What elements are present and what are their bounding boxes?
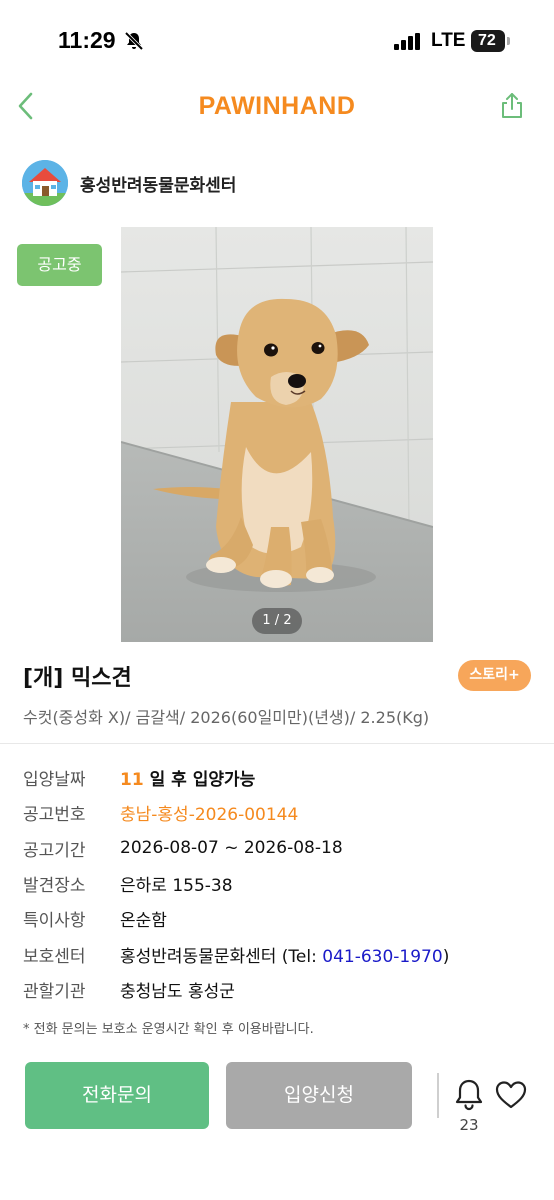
status-badge: 공고중 [17,244,102,286]
alarm-button[interactable] [452,1077,486,1113]
detail-label: 입양날짜 [23,770,86,791]
share-icon [499,92,525,124]
center-close-paren: ) [442,946,450,967]
adopt-button[interactable]: 입양신청 [226,1062,412,1129]
detail-row-authority: 관할기관 충청남도 홍성군 [23,972,543,1007]
adopt-date-value: 11 일 후 입양가능 [120,765,255,790]
shelter-info[interactable]: 홍성반려동물문화센터 [22,160,236,206]
battery-cap [507,37,510,45]
notice-period: 2026-08-07 ~ 2026-08-18 [120,838,343,859]
app-logo: PAWINHAND [198,92,356,120]
found-place: 은하로 155-38 [120,876,233,897]
authority: 충청남도 홍성군 [120,981,235,1002]
photo-pager: 1 / 2 [252,608,302,634]
divider [0,743,554,744]
detail-label: 보호센터 [23,946,86,967]
share-button[interactable] [492,88,532,128]
bell-icon [452,1079,486,1117]
shelter-house-icon [22,160,68,206]
favorite-button[interactable] [494,1079,528,1111]
center-phone-link[interactable]: 041-630-1970 [322,947,442,967]
detail-row-found-place: 발견장소 은하로 155-38 [23,866,543,901]
notice-number: 충남-홍성-2026-00144 [120,805,299,826]
network-type: LTE [431,30,466,51]
alarm-count: 23 [459,1116,479,1134]
divider-vertical [437,1073,439,1118]
dog-photo-illustration [121,227,433,642]
status-bar: 11:29 LTE 72 [0,0,554,80]
animal-title: [개] 믹스견 [23,666,132,691]
special-notes: 온순함 [120,911,167,932]
story-button[interactable]: 스토리+ [458,660,531,691]
battery-icon: 72 [471,30,505,52]
detail-label: 공고번호 [23,805,86,826]
detail-label: 발견장소 [23,876,86,897]
animal-summary: 수컷(중성화 X)/ 금갈색/ 2026(60일미만)(년생)/ 2.25(Kg… [23,708,430,727]
detail-row-notice-no: 공고번호 충남-홍성-2026-00144 [23,795,543,830]
center-name: 홍성반려동물문화센터 (Tel: [120,946,323,967]
detail-list: 입양날짜 11 일 후 입양가능 공고번호 충남-홍성-2026-00144 공… [23,760,543,1007]
status-time: 11:29 [58,27,116,53]
detail-row-adopt-date: 입양날짜 11 일 후 입양가능 [23,760,543,795]
detail-label: 공고기간 [23,840,86,861]
detail-row-special: 특이사항 온순함 [23,901,543,936]
center-info: 홍성반려동물문화센터 (Tel: 041-630-1970) [120,942,449,967]
animal-photo[interactable]: 1 / 2 [121,227,433,642]
call-button[interactable]: 전화문의 [25,1062,209,1129]
adopt-days: 11 [120,770,144,791]
detail-label: 관할기관 [23,981,86,1002]
detail-label: 특이사항 [23,911,86,932]
detail-row-period: 공고기간 2026-08-07 ~ 2026-08-18 [23,831,543,866]
heart-icon [494,1081,528,1115]
app-header: PAWINHAND [0,80,554,136]
call-notice: * 전화 문의는 보호소 운영시간 확인 후 이용바랍니다. [23,1022,314,1037]
adopt-suffix: 일 후 입양가능 [149,770,256,791]
signal-strength-icon [394,33,422,50]
battery-level: 72 [478,32,496,49]
shelter-name: 홍성반려동물문화센터 [80,175,237,196]
bell-slash-icon [123,30,145,56]
detail-row-center: 보호센터 홍성반려동물문화센터 (Tel: 041-630-1970) [23,936,543,971]
